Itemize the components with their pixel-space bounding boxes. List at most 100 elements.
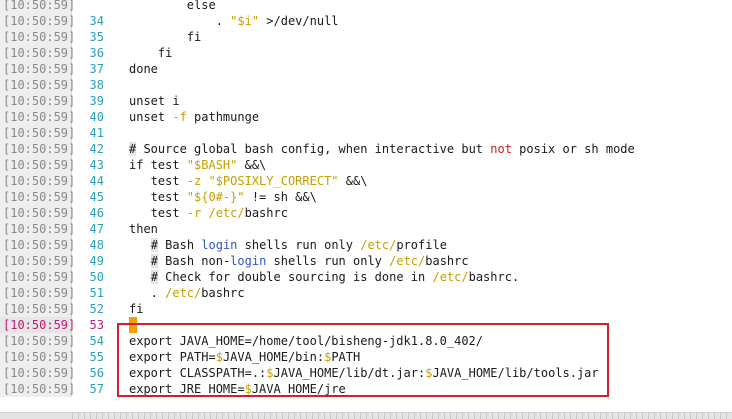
code-token: login bbox=[201, 238, 238, 252]
line-code[interactable]: if test "$BASH" &&\ bbox=[129, 157, 266, 173]
editor-line[interactable]: [10:50:59] 34 . "$i" >/dev/null bbox=[0, 13, 732, 29]
line-number: 53 bbox=[89, 318, 104, 332]
code-token: login bbox=[230, 254, 267, 268]
line-number: 42 bbox=[89, 142, 104, 156]
line-number: 47 bbox=[89, 222, 104, 236]
editor-line[interactable]: [10:50:59] 52 fi bbox=[0, 301, 732, 317]
editor-line[interactable]: [10:50:59] 56 export CLASSPATH=.:$JAVA_HOM… bbox=[0, 365, 732, 381]
line-timestamp: [10:50:59] bbox=[0, 269, 75, 285]
line-code[interactable]: # Bash non-login shells run only /etc/ba… bbox=[129, 253, 469, 269]
editor-line[interactable]: [10:50:59] 53 bbox=[0, 317, 732, 333]
horizontal-scrollbar[interactable] bbox=[0, 412, 732, 419]
code-token: JAVA_HOME/lib/tools.jar bbox=[432, 366, 599, 380]
line-code[interactable]: done bbox=[129, 61, 158, 77]
code-token: export CLASSPATH=.: bbox=[129, 366, 267, 380]
line-timestamp: [10:50:59] bbox=[0, 45, 75, 61]
line-number: 37 bbox=[89, 62, 104, 76]
editor-line[interactable]: [10:50:59] 48 # Bash login shells run onl… bbox=[0, 237, 732, 253]
line-number: 49 bbox=[89, 254, 104, 268]
line-timestamp: [10:50:59] bbox=[0, 61, 75, 77]
line-code[interactable]: unset i bbox=[129, 93, 180, 109]
code-token: # bbox=[150, 270, 158, 284]
line-code[interactable]: export PATH=$JAVA_HOME/bin:$PATH bbox=[129, 349, 360, 365]
editor-line[interactable]: [10:50:59] 42 # Source global bash config,… bbox=[0, 141, 732, 157]
editor-line[interactable]: [10:50:59] 43 if test "$BASH" &&\ bbox=[0, 157, 732, 173]
editor-line[interactable]: [10:50:59] 39 unset i bbox=[0, 93, 732, 109]
code-token: "$i" bbox=[230, 14, 260, 28]
code-token: posix or sh mode bbox=[511, 142, 635, 156]
editor-line[interactable]: [10:50:59] 35 fi bbox=[0, 29, 732, 45]
code-token: JAVA_HOME/jre bbox=[251, 382, 346, 396]
editor-line[interactable]: [10:50:59] 41 bbox=[0, 125, 732, 141]
code-token: else bbox=[129, 0, 216, 12]
code-token: Bash non- bbox=[157, 254, 231, 268]
line-code[interactable]: export JAVA_HOME=/home/tool/bisheng-jdk1… bbox=[129, 333, 483, 349]
line-code[interactable]: then bbox=[129, 221, 158, 237]
code-token: /etc/ bbox=[432, 270, 469, 284]
line-number: 34 bbox=[89, 14, 104, 28]
line-timestamp: [10:50:59] bbox=[0, 125, 75, 141]
line-code[interactable]: test -z "$POSIXLY_CORRECT" &&\ bbox=[129, 173, 368, 189]
code-token: fi bbox=[129, 302, 144, 316]
editor-line[interactable]: [10:50:59] 57 export JRE_HOME=$JAVA_HOME/j… bbox=[0, 381, 732, 397]
line-code[interactable]: # Check for double sourcing is done in /… bbox=[129, 269, 519, 285]
line-number: 43 bbox=[89, 158, 104, 172]
line-code[interactable]: fi bbox=[129, 301, 143, 317]
line-code[interactable]: else bbox=[129, 0, 216, 13]
line-code[interactable]: unset -f pathmunge bbox=[129, 109, 259, 125]
code-token: "$POSIXLY_CORRECT" bbox=[208, 174, 339, 188]
line-code[interactable]: . /etc/bashrc bbox=[129, 285, 245, 301]
editor-line[interactable]: [10:50:59] 37 done bbox=[0, 61, 732, 77]
editor-line[interactable]: [10:50:59] 49 # Bash non-login shells run… bbox=[0, 253, 732, 269]
code-token: export JAVA_HOME=/home/tool/bisheng-jdk1… bbox=[129, 334, 484, 348]
line-number: 50 bbox=[89, 270, 104, 284]
editor-line[interactable]: [10:50:59] 40 unset -f pathmunge bbox=[0, 109, 732, 125]
code-token: # bbox=[150, 254, 158, 268]
code-token: "$BASH" bbox=[186, 158, 238, 172]
code-token: $ bbox=[215, 350, 223, 364]
line-timestamp: [10:50:59] bbox=[0, 77, 75, 93]
code-token: -z bbox=[186, 174, 202, 188]
line-number: 35 bbox=[89, 30, 104, 44]
editor-line[interactable]: [10:50:59] 51 . /etc/bashrc bbox=[0, 285, 732, 301]
line-number: 55 bbox=[89, 350, 104, 364]
editor-line[interactable]: [10:50:59] 38 bbox=[0, 77, 732, 93]
line-code[interactable]: test "${0#-}" != sh &&\ bbox=[129, 189, 317, 205]
code-token: fi bbox=[129, 30, 202, 44]
code-token: bashrc bbox=[244, 206, 288, 220]
editor-line[interactable]: [10:50:59] 45 test "${0#-}" != sh &&\ bbox=[0, 189, 732, 205]
editor-line[interactable]: [10:50:59] 54 export JAVA_HOME=/home/tool/… bbox=[0, 333, 732, 349]
line-number: 51 bbox=[89, 286, 104, 300]
code-token: PATH bbox=[331, 350, 361, 364]
editor-line[interactable]: [10:50:59] else bbox=[0, 0, 732, 13]
code-token: # bbox=[150, 238, 158, 252]
line-number: 41 bbox=[89, 126, 104, 140]
line-code[interactable]: fi bbox=[129, 29, 201, 45]
line-code[interactable]: # Bash login shells run only /etc/profil… bbox=[129, 237, 447, 253]
line-code[interactable]: fi bbox=[129, 45, 172, 61]
editor-line[interactable]: [10:50:59] 47 then bbox=[0, 221, 732, 237]
line-code[interactable]: export CLASSPATH=.:$JAVA_HOME/lib/dt.jar… bbox=[129, 365, 599, 381]
line-timestamp: [10:50:59] bbox=[0, 189, 75, 205]
code-token: export JRE_HOME= bbox=[129, 382, 245, 396]
code-token: Bash bbox=[157, 238, 202, 252]
code-token: -f bbox=[172, 110, 187, 124]
editor-line[interactable]: [10:50:59] 36 fi bbox=[0, 45, 732, 61]
code-token: Source global bash config, when interact… bbox=[136, 142, 491, 156]
line-code[interactable]: # Source global bash config, when intera… bbox=[129, 141, 635, 157]
editor-line[interactable]: [10:50:59] 55 export PATH=$JAVA_HOME/bin:$… bbox=[0, 349, 732, 365]
code-token: . bbox=[129, 286, 166, 300]
code-token: not bbox=[490, 142, 512, 156]
editor-line[interactable]: [10:50:59] 44 test -z "$POSIXLY_CORRECT" … bbox=[0, 173, 732, 189]
line-code[interactable]: export JRE_HOME=$JAVA_HOME/jre bbox=[129, 381, 346, 397]
code-token: pathmunge bbox=[186, 110, 260, 124]
line-code[interactable]: . "$i" >/dev/null bbox=[129, 13, 339, 29]
editor-line[interactable]: [10:50:59] 50 # Check for double sourcing… bbox=[0, 269, 732, 285]
code-token: /etc/ bbox=[360, 238, 397, 252]
code-token: $ bbox=[266, 366, 274, 380]
code-token: profile bbox=[396, 238, 447, 252]
line-number: 52 bbox=[89, 302, 104, 316]
terminal-editor[interactable]: [10:50:59] 57 export JRE_HOME=$JAVA_HOME/j… bbox=[0, 0, 732, 419]
line-code[interactable]: test -r /etc/bashrc bbox=[129, 205, 288, 221]
editor-line[interactable]: [10:50:59] 46 test -r /etc/bashrc bbox=[0, 205, 732, 221]
